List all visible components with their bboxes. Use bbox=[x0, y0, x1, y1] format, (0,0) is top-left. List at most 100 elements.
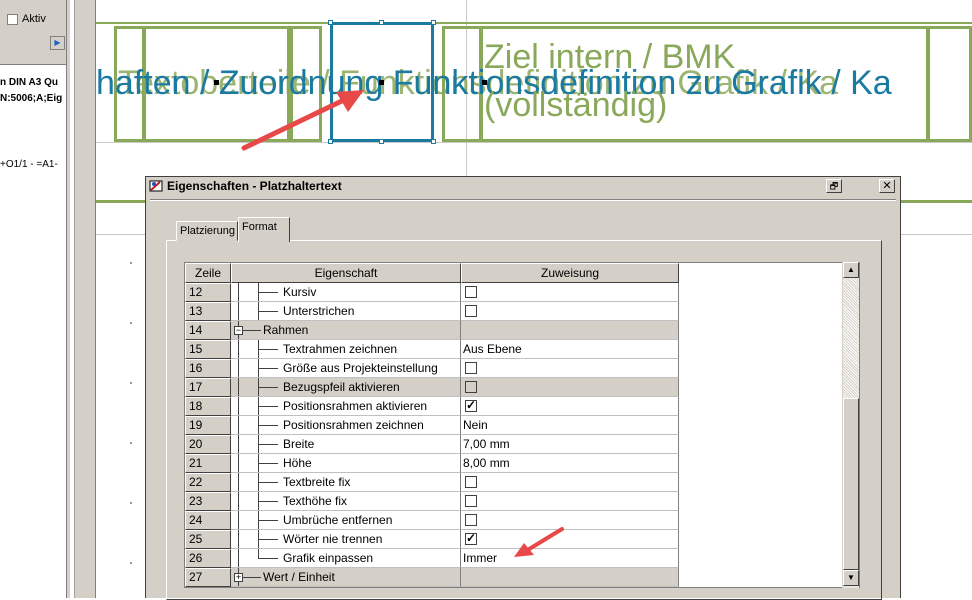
value-checkbox[interactable]: ✓ bbox=[465, 399, 477, 412]
value-checkbox[interactable] bbox=[465, 286, 477, 298]
table-row[interactable]: 25 Wörter nie trennen ✓ bbox=[185, 530, 679, 549]
tab-platzierung[interactable]: Platzierung bbox=[176, 221, 238, 241]
expand-arrow-button[interactable]: ▶ bbox=[50, 36, 65, 50]
table-row[interactable]: 13 Unterstrichen bbox=[185, 302, 679, 321]
property-cell[interactable]: Umbrüche entfernen bbox=[231, 511, 461, 530]
scroll-thumb[interactable] bbox=[843, 398, 859, 570]
scroll-down-button[interactable]: ▼ bbox=[843, 570, 859, 586]
value-cell[interactable] bbox=[461, 359, 679, 378]
value-checkbox[interactable]: ✓ bbox=[465, 532, 477, 545]
table-row[interactable]: 17 Bezugspfeil aktivieren bbox=[185, 378, 679, 397]
scroll-up-button[interactable]: ▲ bbox=[843, 262, 859, 278]
property-cell[interactable]: Textrahmen zeichnen bbox=[231, 340, 461, 359]
resize-handle[interactable] bbox=[328, 20, 333, 25]
tree-plus-icon[interactable]: + bbox=[234, 573, 243, 582]
table-row[interactable]: 21 Höhe 8,00 mm bbox=[185, 454, 679, 473]
value-cell[interactable]: ✓ bbox=[461, 397, 679, 416]
table-row[interactable]: 27 + Wert / Einheit bbox=[185, 568, 679, 587]
value-checkbox[interactable] bbox=[465, 305, 477, 317]
dialog-title-bar[interactable]: Eigenschaften - Platzhaltertext 🗗 ✕ bbox=[146, 177, 900, 196]
property-cell[interactable]: Textbreite fix bbox=[231, 473, 461, 492]
value-cell[interactable]: ✓ bbox=[461, 530, 679, 549]
table-row[interactable]: 15 Textrahmen zeichnen Aus Ebene bbox=[185, 340, 679, 359]
value-checkbox[interactable] bbox=[465, 381, 477, 393]
anchor-point bbox=[482, 80, 487, 85]
value-cell[interactable] bbox=[461, 378, 679, 397]
table-row[interactable]: 14− Rahmen bbox=[185, 321, 679, 340]
table-row[interactable]: 12 Kursiv bbox=[185, 283, 679, 302]
splitter[interactable] bbox=[66, 0, 70, 598]
row-number: 21 bbox=[185, 454, 231, 473]
value-cell[interactable]: Nein bbox=[461, 416, 679, 435]
property-cell[interactable]: Höhe bbox=[231, 454, 461, 473]
value-checkbox[interactable] bbox=[465, 362, 477, 374]
value-cell[interactable] bbox=[461, 568, 679, 587]
column-header-zuweisung[interactable]: Zuweisung bbox=[461, 263, 679, 283]
value-cell[interactable] bbox=[461, 302, 679, 321]
property-cell[interactable]: − Rahmen bbox=[231, 321, 461, 340]
tab-format[interactable]: Format bbox=[238, 217, 290, 242]
table-row[interactable]: 26 Grafik einpassen Immer bbox=[185, 549, 679, 568]
property-cell[interactable]: Größe aus Projekteinstellung bbox=[231, 359, 461, 378]
row-number: 17 bbox=[185, 378, 231, 397]
value-cell[interactable]: 7,00 mm bbox=[461, 435, 679, 454]
restore-button[interactable]: 🗗 bbox=[826, 179, 842, 193]
value-cell[interactable] bbox=[461, 283, 679, 302]
table-row[interactable]: 23 Texthöhe fix bbox=[185, 492, 679, 511]
grid-dot bbox=[130, 442, 132, 444]
table-row[interactable]: 24 Umbrüche entfernen bbox=[185, 511, 679, 530]
vertical-scrollbar-left[interactable] bbox=[74, 0, 96, 598]
value-checkbox[interactable] bbox=[465, 495, 477, 507]
tree-line bbox=[258, 444, 278, 445]
table-row[interactable]: 18 Positionsrahmen aktivieren ✓ bbox=[185, 397, 679, 416]
property-cell[interactable]: + Wert / Einheit bbox=[231, 568, 461, 587]
property-cell[interactable]: Grafik einpassen bbox=[231, 549, 461, 568]
left-list-item[interactable]: n DIN A3 Qu bbox=[0, 77, 58, 88]
left-list-item[interactable]: N:5006;A;Eig bbox=[0, 93, 62, 104]
property-cell[interactable]: Kursiv bbox=[231, 283, 461, 302]
value-cell[interactable] bbox=[461, 511, 679, 530]
resize-handle[interactable] bbox=[379, 139, 384, 144]
value-cell[interactable] bbox=[461, 473, 679, 492]
value-cell[interactable] bbox=[461, 492, 679, 511]
resize-handle[interactable] bbox=[431, 139, 436, 144]
grid-dot bbox=[130, 262, 132, 264]
column-header-eigenschaft[interactable]: Eigenschaft bbox=[231, 263, 461, 283]
tree-line bbox=[258, 425, 278, 426]
table-row[interactable]: 16 Größe aus Projekteinstellung bbox=[185, 359, 679, 378]
tree-line bbox=[258, 349, 278, 350]
table-row[interactable]: 22 Textbreite fix bbox=[185, 473, 679, 492]
tree-line bbox=[258, 387, 278, 388]
property-label: Grafik einpassen bbox=[283, 551, 374, 565]
value-checkbox[interactable] bbox=[465, 514, 477, 526]
scroll-track[interactable] bbox=[843, 278, 859, 398]
row-number: 22 bbox=[185, 473, 231, 492]
property-cell[interactable]: Texthöhe fix bbox=[231, 492, 461, 511]
property-cell[interactable]: Unterstrichen bbox=[231, 302, 461, 321]
value-cell[interactable] bbox=[461, 321, 679, 340]
tree-minus-icon[interactable]: − bbox=[234, 326, 243, 335]
resize-handle[interactable] bbox=[379, 20, 384, 25]
table-row[interactable]: 20 Breite 7,00 mm bbox=[185, 435, 679, 454]
aktiv-checkbox[interactable] bbox=[7, 14, 18, 25]
property-cell[interactable]: Wörter nie trennen bbox=[231, 530, 461, 549]
property-cell[interactable]: Bezugspfeil aktivieren bbox=[231, 378, 461, 397]
value-cell[interactable]: Immer bbox=[461, 549, 679, 568]
property-label: Höhe bbox=[283, 456, 312, 470]
close-button[interactable]: ✕ bbox=[879, 179, 895, 193]
column-header-zeile[interactable]: Zeile bbox=[185, 263, 231, 283]
left-list-item[interactable]: +O1/1 - =A1- bbox=[0, 159, 58, 170]
table-row[interactable]: 19 Positionsrahmen zeichnen Nein bbox=[185, 416, 679, 435]
property-cell[interactable]: Positionsrahmen aktivieren bbox=[231, 397, 461, 416]
value-cell[interactable]: 8,00 mm bbox=[461, 454, 679, 473]
value-cell[interactable]: Aus Ebene bbox=[461, 340, 679, 359]
tree-line bbox=[238, 473, 239, 491]
property-cell[interactable]: Breite bbox=[231, 435, 461, 454]
value-checkbox[interactable] bbox=[465, 476, 477, 488]
property-cell[interactable]: Positionsrahmen zeichnen bbox=[231, 416, 461, 435]
ziel-text-line1: Ziel intern / BMK bbox=[484, 38, 736, 76]
grid-scrollbar[interactable]: ▲ ▼ bbox=[842, 262, 859, 588]
resize-handle[interactable] bbox=[431, 20, 436, 25]
tree-line bbox=[238, 302, 239, 320]
row-number: 24 bbox=[185, 511, 231, 530]
